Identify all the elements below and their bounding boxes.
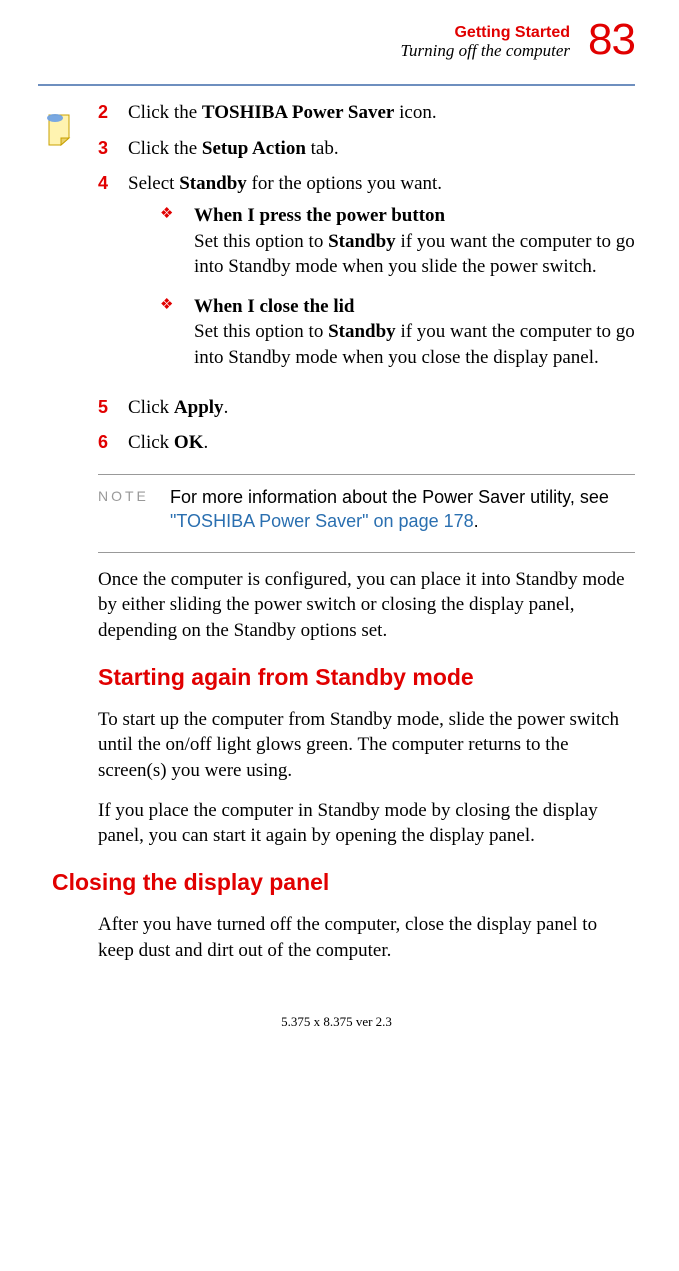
- sub-option-title: When I press the power button: [194, 205, 445, 226]
- header-divider: [38, 84, 635, 86]
- sticky-note-icon: [46, 114, 72, 146]
- list-item: 6 Click OK.: [98, 430, 635, 456]
- section-heading: Starting again from Standby mode: [98, 662, 635, 693]
- step-text: Click the TOSHIBA Power Saver icon.: [128, 100, 635, 126]
- list-item: 5 Click Apply.: [98, 395, 635, 421]
- list-item: 3 Click the Setup Action tab.: [98, 136, 635, 162]
- chapter-title: Getting Started: [401, 24, 571, 42]
- list-item: When I press the power button Set this o…: [160, 203, 635, 280]
- note-text: For more information about the Power Sav…: [170, 485, 635, 534]
- manual-page: Getting Started Turning off the computer…: [0, 0, 679, 1061]
- body-paragraph: If you place the computer in Standby mod…: [98, 798, 635, 849]
- sub-option-desc: Set this option to Standby if you want t…: [194, 319, 635, 370]
- sub-list: When I press the power button Set this o…: [128, 203, 635, 371]
- page-content: 2 Click the TOSHIBA Power Saver icon. 3 …: [38, 100, 635, 963]
- cross-reference-link[interactable]: "TOSHIBA Power Saver" on page 178: [170, 511, 474, 531]
- sub-option-title: When I close the lid: [194, 296, 354, 317]
- page-footer: 5.375 x 8.375 ver 2.3: [38, 1013, 635, 1031]
- step-text: Click OK.: [128, 430, 635, 456]
- step-number: 6: [98, 430, 128, 454]
- step-text: Select Standby for the options you want.…: [128, 171, 635, 384]
- step-text: Click the Setup Action tab.: [128, 136, 635, 162]
- note-divider-top: [98, 474, 635, 475]
- sub-option-desc: Set this option to Standby if you want t…: [194, 229, 635, 280]
- list-item: 4 Select Standby for the options you wan…: [98, 171, 635, 384]
- body-paragraph: After you have turned off the computer, …: [98, 912, 635, 963]
- step-number: 2: [98, 100, 128, 124]
- body-paragraph: Once the computer is configured, you can…: [98, 567, 635, 644]
- body-paragraph: To start up the computer from Standby mo…: [98, 707, 635, 784]
- page-header: Getting Started Turning off the computer…: [38, 18, 635, 62]
- note-divider-bottom: [98, 552, 635, 553]
- header-text: Getting Started Turning off the computer: [401, 18, 571, 60]
- list-item: When I close the lid Set this option to …: [160, 294, 635, 371]
- section-heading: Closing the display panel: [52, 867, 635, 898]
- step-number: 3: [98, 136, 128, 160]
- note-block: NOTE For more information about the Powe…: [98, 485, 635, 534]
- step-number: 4: [98, 171, 128, 195]
- step-text: Click Apply.: [128, 395, 635, 421]
- list-item: 2 Click the TOSHIBA Power Saver icon.: [98, 100, 635, 126]
- page-number: 83: [588, 18, 635, 62]
- step-number: 5: [98, 395, 128, 419]
- section-title: Turning off the computer: [401, 42, 571, 61]
- note-label: NOTE: [98, 485, 170, 506]
- steps-list: 2 Click the TOSHIBA Power Saver icon. 3 …: [98, 100, 635, 456]
